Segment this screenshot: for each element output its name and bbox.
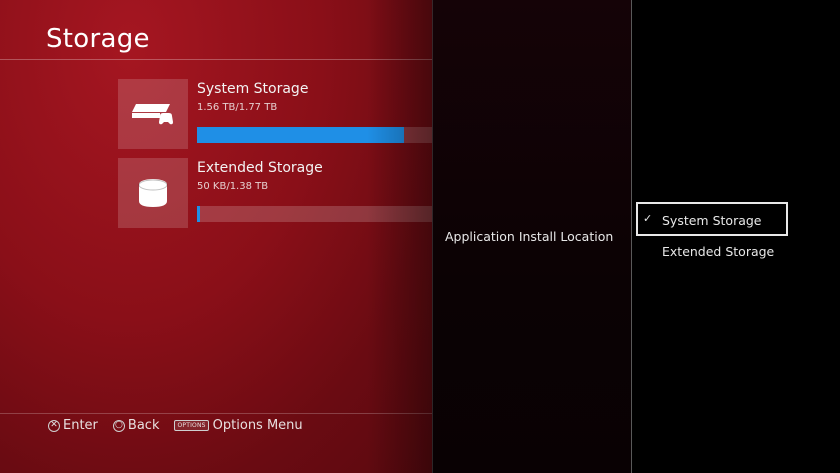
back-hint[interactable]: ○ Back (112, 418, 160, 433)
options-label: Options Menu (212, 418, 303, 433)
option-extended-storage-label: Extended Storage (662, 244, 775, 259)
system-storage-bar-fill (197, 127, 404, 143)
enter-label: Enter (63, 418, 98, 433)
cross-button-icon: ✕ (48, 419, 60, 432)
extended-storage-item[interactable]: Extended Storage 50 KB/1.38 TB (118, 158, 432, 228)
checkmark-icon: ✓ (643, 212, 653, 225)
options-button-icon: OPTIONS (174, 420, 209, 431)
system-storage-title: System Storage (197, 81, 309, 97)
extended-storage-usage: 50 KB/1.38 TB (197, 181, 269, 192)
pane-divider-left (432, 0, 433, 473)
system-storage-bar (197, 127, 432, 143)
option-system-storage-label: System Storage (662, 213, 762, 228)
system-storage-item[interactable]: System Storage 1.56 TB/1.77 TB (118, 79, 432, 149)
bottom-divider (0, 413, 432, 414)
top-divider (0, 59, 432, 60)
circle-button-icon: ○ (112, 419, 125, 432)
option-system-storage[interactable]: ✓ System Storage (636, 202, 788, 236)
storage-panel: Storage System Storage 1.56 TB/1.77 TB E… (0, 0, 432, 473)
option-extended-storage[interactable]: Extended Storage (636, 236, 788, 270)
extended-storage-bar-fill (197, 206, 200, 222)
enter-hint[interactable]: ✕ Enter (48, 418, 98, 433)
install-location-label[interactable]: Application Install Location (445, 229, 613, 244)
button-hints: ✕ Enter ○ Back OPTIONS Options Menu (48, 418, 318, 433)
console-icon (118, 79, 188, 149)
extended-storage-title: Extended Storage (197, 160, 323, 176)
back-label: Back (127, 418, 160, 433)
options-hint[interactable]: OPTIONS Options Menu (174, 418, 303, 433)
page-title: Storage (46, 24, 150, 54)
system-storage-usage: 1.56 TB/1.77 TB (197, 102, 278, 113)
extended-storage-bar (197, 206, 432, 222)
external-drive-icon (118, 158, 188, 228)
